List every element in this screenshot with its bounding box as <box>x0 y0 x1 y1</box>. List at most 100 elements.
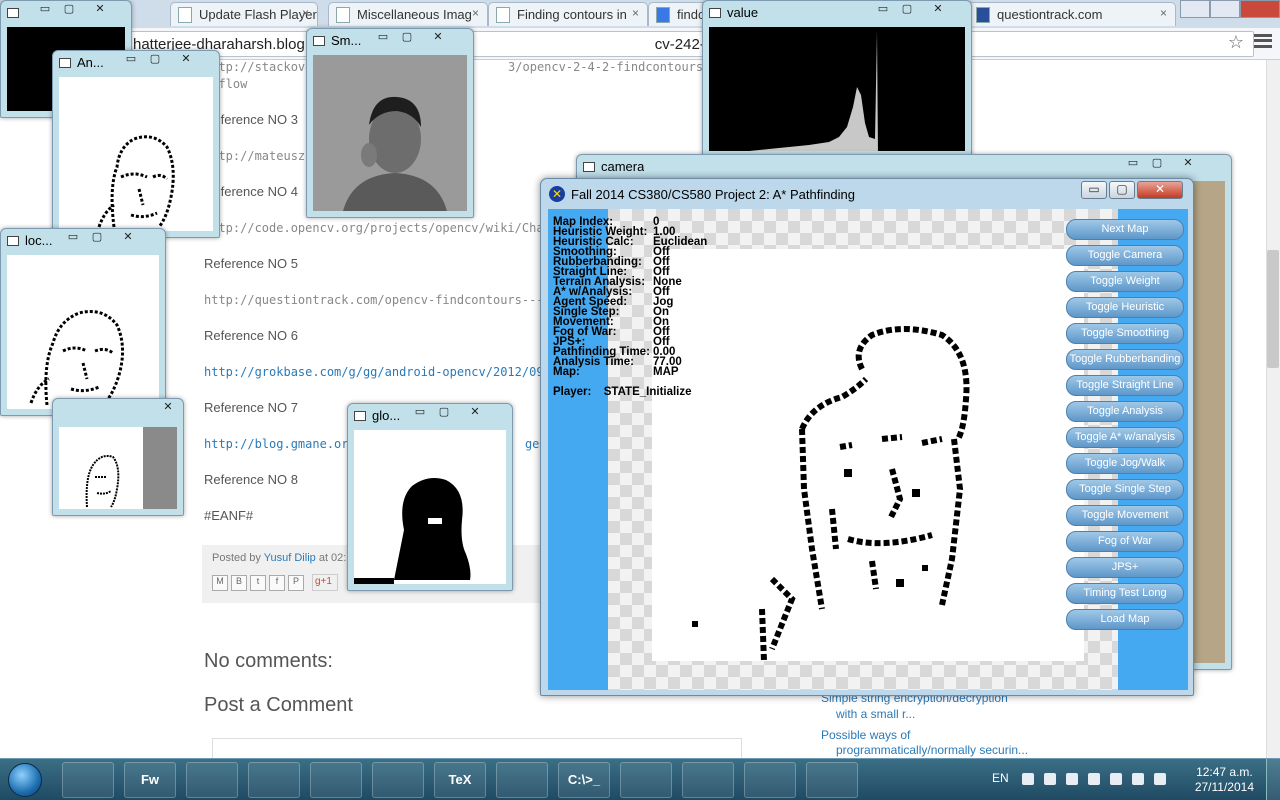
astar-button-fog-of-war[interactable]: Fog of War <box>1066 531 1184 552</box>
opencv-window-loc[interactable]: loc... ▭ ▢ ✕ <box>0 228 166 416</box>
page-scrollbar[interactable] <box>1266 60 1280 758</box>
tab-findco[interactable]: findco <box>648 2 708 26</box>
tab-questiontrack[interactable]: questiontrack.com × <box>968 2 1176 26</box>
maximize-icon[interactable]: ▢ <box>143 52 167 69</box>
maximize-button[interactable]: ▢ <box>1109 181 1135 199</box>
astar-button-load-map[interactable]: Load Map <box>1066 609 1184 630</box>
facebook-share-icon[interactable]: f <box>269 575 285 591</box>
taskbar-fireworks-icon[interactable]: Fw <box>124 762 176 798</box>
language-indicator[interactable]: EN <box>992 771 1009 785</box>
network-icon[interactable] <box>1066 773 1078 785</box>
taskbar-explorer-icon[interactable] <box>248 762 300 798</box>
close-icon[interactable]: × <box>472 6 479 20</box>
close-icon[interactable]: × <box>302 6 309 20</box>
maximize-icon[interactable]: ▢ <box>57 2 81 19</box>
comment-box[interactable] <box>212 738 742 758</box>
minimize-icon[interactable]: ▭ <box>1121 156 1145 173</box>
astar-button-toggle-smoothing[interactable]: Toggle Smoothing <box>1066 323 1184 344</box>
astar-button-next-map[interactable]: Next Map <box>1066 219 1184 240</box>
close-button[interactable]: ✕ <box>1137 181 1183 199</box>
pathfinding-viewport[interactable]: Map Index: 0 Heuristic Weight: 1.00 Heuristi… <box>548 209 1188 690</box>
maximize-icon[interactable]: ▢ <box>895 2 919 19</box>
opencv-window-an[interactable]: An... ▭ ▢ ✕ <box>52 50 220 238</box>
url-line[interactable]: http://stackoverfl 3/opencv-2-4-2-findcon… <box>204 60 775 74</box>
astar-button-toggle-jog-walk[interactable]: Toggle Jog/Walk <box>1066 453 1184 474</box>
taskbar-acrobat-icon[interactable] <box>744 762 796 798</box>
taskbar-inkscape-icon[interactable] <box>372 762 424 798</box>
blogger-share-icon[interactable]: B <box>231 575 247 591</box>
bookmark-star-icon[interactable]: ☆ <box>1228 32 1244 53</box>
tab-misc-images[interactable]: Miscellaneous Imag × <box>328 2 488 26</box>
taskbar-tex-icon[interactable]: TeX <box>434 762 486 798</box>
close-icon[interactable]: ✕ <box>1175 156 1201 173</box>
maximize-icon[interactable]: ▢ <box>395 30 419 47</box>
taskbar-chrome-icon[interactable] <box>496 762 548 798</box>
astar-button-toggle-analysis[interactable]: Toggle Analysis <box>1066 401 1184 422</box>
taskbar-window-icon[interactable] <box>806 762 858 798</box>
reference-url[interactable]: http://questiontrack.com/opencv-findcont… <box>204 293 594 307</box>
maximize-button[interactable] <box>1210 0 1240 18</box>
opencv-window-small[interactable]: ✕ <box>52 398 184 516</box>
taskbar-cmd-icon[interactable]: C:\>_ <box>558 762 610 798</box>
signal-icon[interactable] <box>1088 773 1100 785</box>
minimize-button[interactable]: ▭ <box>1081 181 1107 199</box>
taskbar-folder-icon[interactable] <box>186 762 238 798</box>
astar-button-toggle-heuristic[interactable]: Toggle Heuristic <box>1066 297 1184 318</box>
close-icon[interactable]: ✕ <box>115 230 141 247</box>
minimize-icon[interactable]: ▭ <box>871 2 895 19</box>
clock[interactable]: 12:47 a.m. 27/11/2014 <box>1195 765 1254 795</box>
astar-pathfinding-window[interactable]: ✕ Fall 2014 CS380/CS580 Project 2: A* Pa… <box>540 178 1194 696</box>
url-input[interactable]: hatterjee-dharaharsh.blogcv-242-findcont… <box>128 31 1254 57</box>
gplus-button[interactable]: g+1 <box>312 574 338 591</box>
close-icon[interactable]: ✕ <box>87 2 113 19</box>
scrollbar-thumb[interactable] <box>1267 250 1279 368</box>
minimize-icon[interactable]: ▭ <box>408 405 432 422</box>
email-share-icon[interactable]: M <box>212 575 228 591</box>
taskbar-eclipse-icon[interactable] <box>62 762 114 798</box>
astar-button-toggle-a-w-analysis[interactable]: Toggle A* w/analysis <box>1066 427 1184 448</box>
tab-finding-contours[interactable]: Finding contours in × <box>488 2 648 26</box>
astar-button-jps[interactable]: JPS+ <box>1066 557 1184 578</box>
astar-button-toggle-rubberbanding[interactable]: Toggle Rubberbanding <box>1066 349 1184 370</box>
close-icon[interactable]: ✕ <box>155 400 181 417</box>
minimize-icon[interactable]: ▭ <box>61 230 85 247</box>
author-link[interactable]: Yusuf Dilip <box>264 552 316 564</box>
menu-icon[interactable] <box>1254 34 1272 48</box>
astar-button-toggle-single-step[interactable]: Toggle Single Step <box>1066 479 1184 500</box>
start-button[interactable] <box>8 763 42 797</box>
minimize-icon[interactable]: ▭ <box>371 30 395 47</box>
map-grid[interactable] <box>652 249 1084 662</box>
close-icon[interactable]: ✕ <box>462 405 488 422</box>
opencv-window-glo[interactable]: glo... ▭ ▢ ✕ <box>347 403 513 591</box>
reference-url[interactable]: http://code.opencv.org/projects/opencv/w… <box>204 221 580 235</box>
close-icon[interactable]: × <box>632 6 639 20</box>
taskbar-visual-studio-icon[interactable] <box>682 762 734 798</box>
taskbar-skype-icon[interactable] <box>620 762 672 798</box>
sidebar-link[interactable]: programmatically/normally securin... <box>836 742 1028 759</box>
taskbar-firefox-icon[interactable] <box>310 762 362 798</box>
monitor-icon[interactable] <box>1132 773 1144 785</box>
volume-icon[interactable] <box>1110 773 1122 785</box>
astar-button-timing-test-long[interactable]: Timing Test Long <box>1066 583 1184 604</box>
tab-update-flash[interactable]: Update Flash Player × <box>170 2 318 26</box>
opencv-window-sm[interactable]: Sm... ▭ ▢ ✕ <box>306 28 474 218</box>
astar-button-toggle-camera[interactable]: Toggle Camera <box>1066 245 1184 266</box>
close-icon[interactable]: ✕ <box>173 52 199 69</box>
maximize-icon[interactable]: ▢ <box>1145 156 1169 173</box>
maximize-icon[interactable]: ▢ <box>85 230 109 247</box>
arrow-icon[interactable] <box>1044 773 1056 785</box>
flag-icon[interactable] <box>1022 773 1034 785</box>
minimize-icon[interactable]: ▭ <box>33 2 57 19</box>
close-button[interactable] <box>1240 0 1280 18</box>
close-icon[interactable]: ✕ <box>925 2 951 19</box>
minimize-icon[interactable]: ▭ <box>119 52 143 69</box>
astar-button-toggle-straight-line[interactable]: Toggle Straight Line <box>1066 375 1184 396</box>
pinterest-share-icon[interactable]: P <box>288 575 304 591</box>
opencv-window-value[interactable]: value ▭ ▢ ✕ <box>702 0 972 158</box>
astar-button-toggle-weight[interactable]: Toggle Weight <box>1066 271 1184 292</box>
astar-button-toggle-movement[interactable]: Toggle Movement <box>1066 505 1184 526</box>
close-icon[interactable]: × <box>1160 6 1167 20</box>
speaker-icon[interactable] <box>1154 773 1166 785</box>
reference-link[interactable]: http://grokbase.com/g/gg/android-opencv/… <box>204 365 544 379</box>
show-desktop-button[interactable] <box>1266 759 1280 800</box>
